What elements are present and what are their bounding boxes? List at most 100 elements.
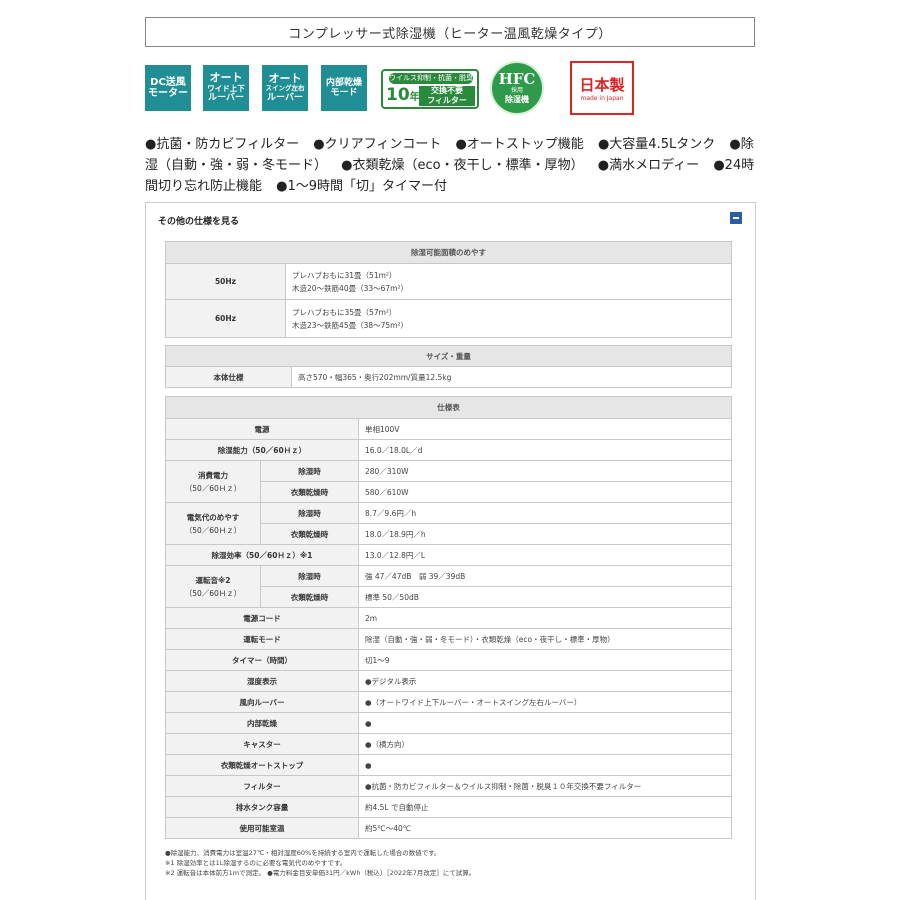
auto-wide-louver-badge: オート ワイド上下 ルーバー: [203, 65, 249, 111]
auto-swing-louver-badge: オート スイング左右 ルーバー: [262, 65, 308, 111]
louver-value: ●（オートワイド上下ルーバー・オートスイング左右ルーバー）: [358, 691, 732, 713]
area-table: 除湿可能面積のめやす 50Hz プレハブおもに31畳（51m²） 木造20～鉄筋…: [165, 241, 732, 338]
spec-panel-header[interactable]: その他の仕様を見る: [158, 214, 239, 227]
noise-label-line1: 運転音※2: [195, 575, 231, 585]
autostop-label: 衣類乾燥オートストップ: [165, 754, 359, 776]
feature-item: ●大容量4.5Lタンク: [597, 137, 716, 152]
cost-dehum-value: 8.7／9.6円／h: [358, 502, 732, 524]
tank-value: 約4.5L で自動停止: [358, 796, 732, 818]
consumption-label-line1: 消費電力: [198, 470, 228, 480]
internal-dry-badge: 内部乾燥 モード: [321, 65, 367, 111]
footnote: ※2 運転音は本体前方1mで測定。 ●電力料金目安単価31円／kWh（税込）［2…: [165, 869, 476, 877]
cord-label: 電源コード: [165, 607, 359, 629]
noise-dry-value: 標準 50／50dB: [358, 586, 732, 608]
dc-motor-badge: DC送風 モーター: [145, 65, 191, 111]
mode-value: 除湿（自動・強・弱・冬モード）・衣類乾燥（eco・夜干し・標準・厚物）: [358, 628, 732, 650]
filter-badge-years: 10年: [386, 84, 420, 107]
size-label: 本体仕様: [165, 366, 292, 388]
footnote: ●除湿能力、消費電力は室温27℃・相対湿度60%を持続する室内で運転した場合の数…: [165, 849, 441, 857]
area-50hz-value: プレハブおもに31畳（51m²） 木造20～鉄筋40畳（33～67m²）: [285, 263, 732, 300]
consumption-label-line2: （50／60Ｈｚ）: [184, 483, 242, 493]
ten-year-filter-badge: ウイルス抑制・抗菌・脱臭 10年 交換不要 フィルター: [381, 69, 479, 109]
capacity-label: 除湿能力（50／60Ｈｚ）: [165, 439, 359, 461]
consumption-dry-value: 580／610W: [358, 481, 732, 503]
autostop-value: ●: [358, 754, 732, 776]
internal-dry-line1: 内部乾燥: [325, 77, 362, 88]
internal-dry-line2: モード: [330, 88, 358, 98]
area-60hz-value: プレハブおもに35畳（57m²） 木造23～鉄筋45畳（38～75m²）: [285, 299, 732, 338]
jp-badge-sub: made in Japan: [580, 94, 624, 102]
feature-item: ●抗菌・防カビフィルター: [145, 137, 300, 152]
internal-dry-label: 内部乾燥: [165, 712, 359, 734]
feature-item: ●クリアフィンコート: [313, 137, 442, 152]
area-60hz-line1: プレハブおもに35畳（57m²）: [292, 307, 397, 317]
noise-dry-label: 衣類乾燥時: [260, 586, 359, 608]
area-60hz-line2: 木造23～鉄筋45畳（38～75m²）: [292, 320, 408, 330]
auto-wide-line1: オート: [209, 71, 243, 85]
area-50hz-line1: プレハブおもに31畳（51m²）: [292, 270, 397, 280]
hfc-badge-main: HFC: [498, 70, 536, 88]
cost-dry-label: 衣類乾燥時: [260, 523, 359, 545]
hfc-badge: HFC 採用 除湿機: [490, 61, 544, 115]
dc-badge-line1: DC送風: [150, 76, 186, 88]
hfc-badge-big: 除湿機: [505, 95, 529, 104]
area-table-header: 除湿可能面積のめやす: [165, 241, 732, 264]
area-50hz-line2: 木造20～鉄筋40畳（33～67m²）: [292, 283, 408, 293]
temp-label: 使用可能室温: [165, 817, 359, 839]
collapse-icon[interactable]: [730, 212, 742, 224]
noise-dehum-label: 除湿時: [260, 565, 359, 587]
feature-list: ●抗菌・防カビフィルター ●クリアフィンコート ●オートストップ機能 ●大容量4…: [145, 134, 757, 197]
power-value: 単相100V: [358, 418, 732, 440]
tank-label: 排水タンク容量: [165, 796, 359, 818]
caster-value: ●（横方向）: [358, 733, 732, 755]
cost-dry-value: 18.0／18.9円／h: [358, 523, 732, 545]
mode-label: 運転モード: [165, 628, 359, 650]
area-60hz-label: 60Hz: [165, 299, 286, 338]
spec-table-header: 仕様表: [165, 396, 732, 419]
consumption-label: 消費電力 （50／60Ｈｚ）: [165, 460, 261, 503]
size-table: サイズ・重量 本体仕様 高さ570・幅365・奥行202mm/質量12.5kg: [165, 345, 732, 388]
filter-value: ●抗菌・防カビフィルター＆ウイルス抑制・除菌・脱臭１０年交換不要フィルター: [358, 775, 732, 797]
filter-label: フィルター: [165, 775, 359, 797]
feature-badges: DC送風 モーター オート ワイド上下 ルーバー オート スイング左右 ルーバー…: [145, 61, 645, 119]
consumption-dehum-value: 280／310W: [358, 460, 732, 482]
size-table-header: サイズ・重量: [165, 345, 732, 367]
timer-label: タイマー（時間）: [165, 649, 359, 671]
cost-label-line2: （50／60Ｈｚ）: [184, 525, 242, 535]
jp-badge-main: 日本製: [579, 75, 625, 94]
noise-label: 運転音※2 （50／60Ｈｚ）: [165, 565, 261, 608]
capacity-value: 16.0／18.0L／d: [358, 439, 732, 461]
filter-right-line2: フィルター: [427, 96, 467, 105]
noise-dehum-value: 強 47／47dB 弱 39／39dB: [358, 565, 732, 587]
filter-badge-right: 交換不要 フィルター: [419, 86, 475, 106]
louver-label: 風向ルーバー: [165, 691, 359, 713]
efficiency-value: 13.0／12.8円／L: [358, 544, 732, 566]
hfc-badge-small: 採用: [510, 87, 523, 94]
auto-wide-line3: ルーバー: [208, 93, 244, 104]
cord-value: 2m: [358, 607, 732, 629]
size-value: 高さ570・幅365・奥行202mm/質量12.5kg: [291, 366, 732, 388]
filter-years-number: 10: [386, 85, 410, 105]
feature-item: ●衣類乾燥（eco・夜干し・標準・厚物）: [341, 158, 584, 173]
internal-dry-value: ●: [358, 712, 732, 734]
feature-item: ●満水メロディー: [597, 158, 700, 173]
page-title: コンプレッサー式除湿機（ヒーター温風乾燥タイプ）: [145, 17, 755, 47]
footnotes: ●除湿能力、消費電力は室温27℃・相対湿度60%を持続する室内で運転した場合の数…: [165, 848, 765, 878]
feature-item: ●オートストップ機能: [455, 137, 584, 152]
area-50hz-label: 50Hz: [165, 263, 286, 300]
power-label: 電源: [165, 418, 359, 440]
noise-label-line2: （50／60Ｈｚ）: [184, 588, 242, 598]
timer-value: 切1～9: [358, 649, 732, 671]
auto-swing-line3: ルーバー: [267, 92, 303, 103]
filter-badge-top: ウイルス抑制・抗菌・脱臭: [389, 73, 473, 84]
cost-dehum-label: 除湿時: [260, 502, 359, 524]
consumption-dehum-label: 除湿時: [260, 460, 359, 482]
efficiency-label: 除湿効率（50／60Ｈｚ）※1: [165, 544, 359, 566]
auto-swing-line2: スイング左右: [265, 84, 305, 93]
dc-badge-line2: モーター: [148, 88, 188, 99]
temp-value: 約5℃～40℃: [358, 817, 732, 839]
made-in-japan-badge: 日本製 made in Japan: [570, 61, 634, 115]
filter-right-line1: 交換不要: [431, 86, 463, 95]
feature-item: ●1～9時間「切」タイマー付: [276, 179, 448, 194]
humidity-value: ●デジタル表示: [358, 670, 732, 692]
